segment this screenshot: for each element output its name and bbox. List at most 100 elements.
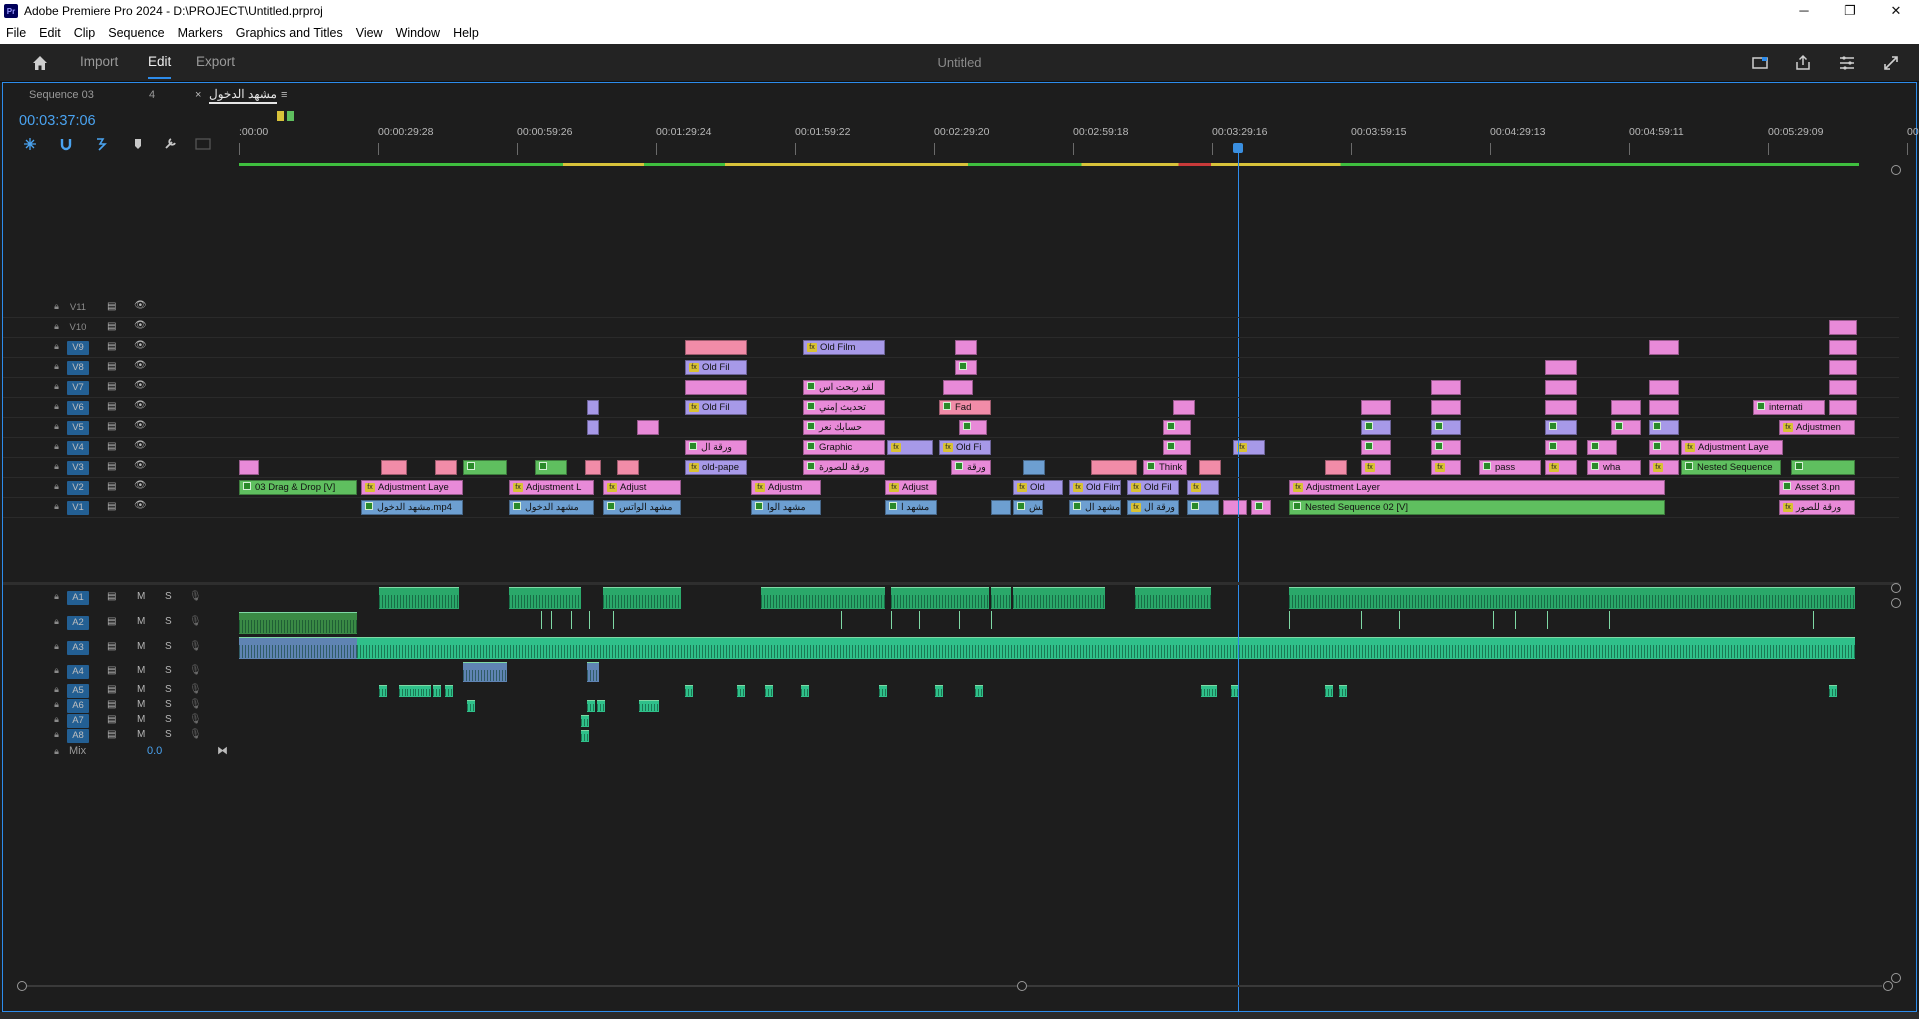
timeline-clip[interactable] xyxy=(1361,400,1391,415)
sync-lock-icon[interactable]: ▤ xyxy=(107,641,116,652)
track-lock-icon[interactable]: 🔒︎ xyxy=(52,441,61,452)
track-lock-icon[interactable]: 🔒︎ xyxy=(52,481,61,492)
sync-lock-icon[interactable]: ▤ xyxy=(107,421,116,432)
timeline-clip[interactable] xyxy=(1649,400,1679,415)
timeline-clip[interactable] xyxy=(1431,400,1461,415)
timeline-clip[interactable] xyxy=(1431,380,1461,395)
solo-button[interactable]: S xyxy=(165,714,172,725)
mute-button[interactable]: M xyxy=(137,714,145,725)
timeline-clip[interactable] xyxy=(585,460,601,475)
share-icon[interactable] xyxy=(1793,53,1813,73)
audio-clip[interactable] xyxy=(639,700,659,712)
audio-clip[interactable] xyxy=(737,685,745,697)
timeline-clip[interactable]: ورقة xyxy=(951,460,991,475)
voiceover-mic-icon[interactable]: 🎙︎ xyxy=(189,591,202,602)
menu-edit[interactable]: Edit xyxy=(39,26,61,40)
sync-lock-icon[interactable]: ▤ xyxy=(107,665,116,676)
timeline-clip[interactable]: تحديث إمني xyxy=(803,400,885,415)
track-lock-icon[interactable]: 🔒︎ xyxy=(52,641,61,652)
timeline-clip[interactable]: fx Adjust xyxy=(603,480,681,495)
timeline-clip[interactable]: fx Old Fil xyxy=(685,400,747,415)
track-target-a7[interactable]: A7 xyxy=(67,714,89,728)
timeline-clip[interactable] xyxy=(685,380,747,395)
timeline-clip[interactable] xyxy=(1545,440,1577,455)
voiceover-mic-icon[interactable]: 🎙︎ xyxy=(189,641,202,652)
timeline-clip[interactable] xyxy=(1545,420,1577,435)
track-target-v3[interactable]: V3 xyxy=(67,461,89,475)
timeline-clip[interactable] xyxy=(955,340,977,355)
track-lock-icon[interactable]: 🔒︎ xyxy=(52,361,61,372)
track-target-a4[interactable]: A4 xyxy=(67,665,89,679)
audio-clip[interactable] xyxy=(597,700,605,712)
audio-clip[interactable] xyxy=(975,685,983,697)
timeline-clip[interactable] xyxy=(239,460,259,475)
timeline-clip[interactable] xyxy=(587,420,599,435)
menu-markers[interactable]: Markers xyxy=(178,26,223,40)
timeline-clip[interactable]: fx Old Film xyxy=(803,340,885,355)
audio-clip[interactable] xyxy=(423,685,431,697)
timeline-clip[interactable]: 03 Drag & Drop [V] xyxy=(239,480,357,495)
vertical-scroll-handle[interactable] xyxy=(1891,165,1901,175)
track-target-a2[interactable]: A2 xyxy=(67,616,89,630)
sync-lock-icon[interactable]: ▤ xyxy=(107,591,116,602)
timeline-clip[interactable] xyxy=(1199,460,1221,475)
timeline-clip[interactable] xyxy=(1325,460,1347,475)
timeline-clip[interactable]: fx Adjustment Layer xyxy=(1289,480,1665,495)
track-target-a8[interactable]: A8 xyxy=(67,729,89,743)
timeline-clip[interactable]: مشهد ا xyxy=(885,500,937,515)
timeline-clip[interactable]: مشهد ال xyxy=(1069,500,1121,515)
timeline-clip[interactable]: Asset 3.pn xyxy=(1779,480,1855,495)
timeline-clip[interactable] xyxy=(587,400,599,415)
timeline-clip[interactable]: مش xyxy=(1013,500,1043,515)
audio-clip[interactable] xyxy=(581,730,589,742)
solo-button[interactable]: S xyxy=(165,699,172,710)
timeline-clip[interactable] xyxy=(1163,420,1191,435)
track-lock-icon[interactable]: 🔒︎ xyxy=(52,381,61,392)
timeline-clip[interactable] xyxy=(1649,340,1679,355)
timeline-clip[interactable]: fx Adjustmen xyxy=(1779,420,1855,435)
timeline-clip[interactable] xyxy=(617,460,639,475)
audio-clip[interactable] xyxy=(1201,685,1209,697)
track-target-v10[interactable]: V10 xyxy=(67,321,89,335)
audio-clip[interactable] xyxy=(415,685,423,697)
close-window-button[interactable]: ✕ xyxy=(1873,0,1919,22)
track-visibility-eye-icon[interactable]: 👁︎ xyxy=(134,380,147,391)
timeline-clip[interactable] xyxy=(1587,440,1617,455)
timeline-clip[interactable]: مشهد الواتس xyxy=(603,500,681,515)
track-visibility-eye-icon[interactable]: 👁︎ xyxy=(134,320,147,331)
sync-lock-icon[interactable]: ▤ xyxy=(107,441,116,452)
timeline-clip[interactable] xyxy=(1649,440,1679,455)
timeline-clip[interactable] xyxy=(1829,320,1857,335)
timeline-clip[interactable]: fx xyxy=(1545,460,1577,475)
audio-clip[interactable] xyxy=(467,700,475,712)
timeline-clip[interactable]: fx ورقة للصور xyxy=(1779,500,1855,515)
track-target-a5[interactable]: A5 xyxy=(67,684,89,698)
mute-button[interactable]: M xyxy=(137,641,145,652)
timeline-clip[interactable]: internati xyxy=(1753,400,1825,415)
audio-clip[interactable] xyxy=(891,587,989,609)
voiceover-mic-icon[interactable]: 🎙︎ xyxy=(189,616,202,627)
workspaces-menu-icon[interactable] xyxy=(1837,53,1857,73)
timeline-clip[interactable] xyxy=(955,360,977,375)
timeline-clip[interactable]: مشهد الدخول xyxy=(509,500,594,515)
track-visibility-eye-icon[interactable]: 👁︎ xyxy=(134,300,147,311)
track-lock-icon[interactable]: 🔒︎ xyxy=(52,591,61,602)
timeline-clip[interactable] xyxy=(1223,500,1247,515)
sync-lock-icon[interactable]: ▤ xyxy=(107,699,116,710)
menu-help[interactable]: Help xyxy=(453,26,479,40)
timeline-clip[interactable] xyxy=(943,380,973,395)
video-audio-divider[interactable] xyxy=(3,582,1899,585)
timeline-clip[interactable] xyxy=(1173,400,1195,415)
audio-clip[interactable] xyxy=(379,685,387,697)
timeline-clip[interactable] xyxy=(1649,420,1679,435)
timeline-clip[interactable]: ورقة ال xyxy=(685,440,747,455)
audio-clip[interactable] xyxy=(991,587,1011,609)
sequence-marker[interactable] xyxy=(277,111,284,121)
tab-export[interactable]: Export xyxy=(196,54,235,69)
track-visibility-eye-icon[interactable]: 👁︎ xyxy=(134,500,147,511)
audio-clip[interactable] xyxy=(581,715,589,727)
timeline-clip[interactable]: مشهد الوا xyxy=(751,500,821,515)
audio-clip[interactable] xyxy=(407,685,415,697)
timeline-clip[interactable] xyxy=(1649,380,1679,395)
track-target-v9[interactable]: V9 xyxy=(67,341,89,355)
